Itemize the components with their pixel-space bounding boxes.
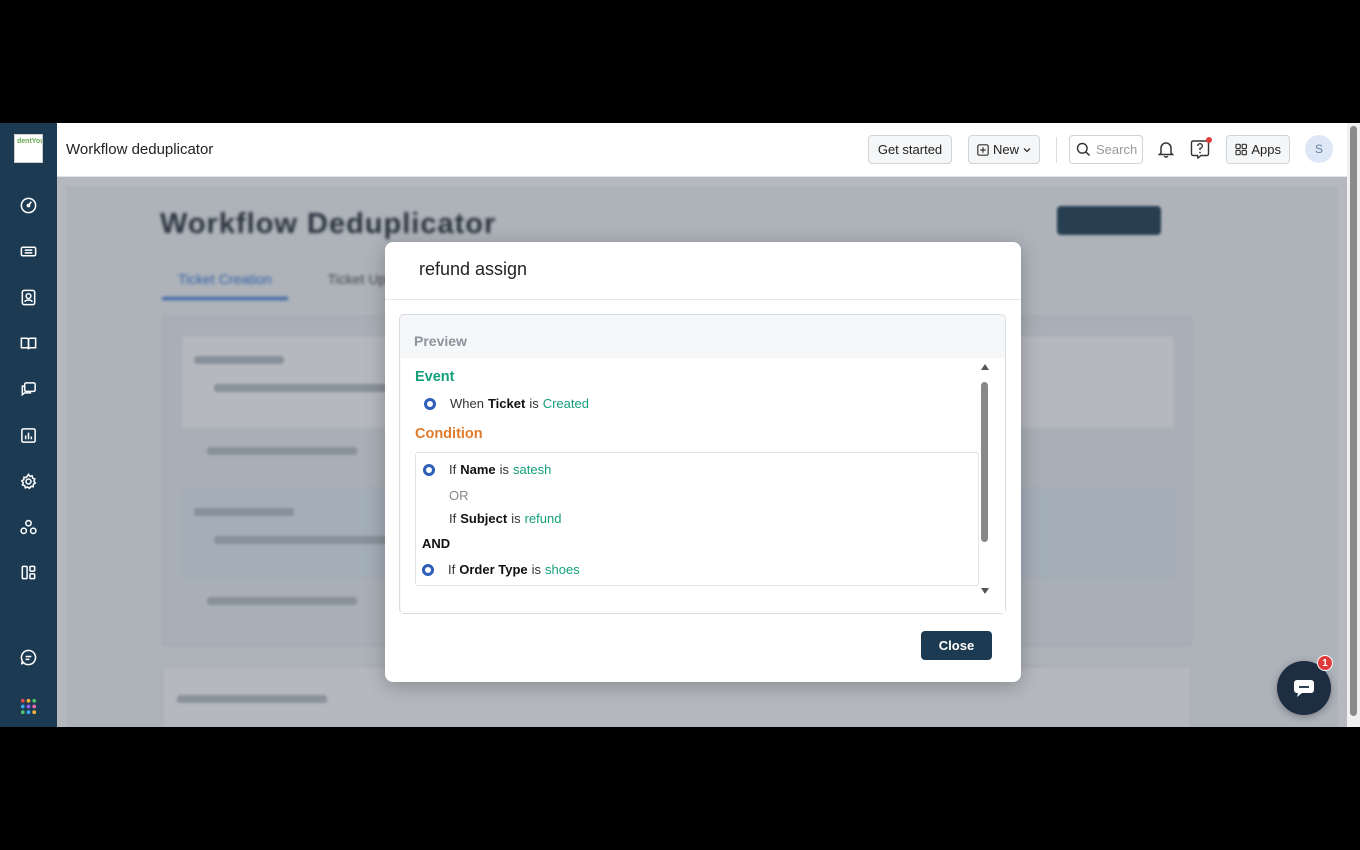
chevron-down-icon <box>1023 147 1031 152</box>
groups-icon[interactable] <box>18 517 39 538</box>
bullet-icon <box>423 463 435 476</box>
preview-scrollbar[interactable] <box>979 364 991 594</box>
condition-rule: If Order Type is shoes <box>422 562 580 577</box>
modal-title: refund assign <box>385 242 1021 300</box>
sidebar: dentYou <box>0 123 57 727</box>
and-joiner: AND <box>422 536 451 551</box>
scroll-down-icon[interactable] <box>981 588 989 594</box>
chat-badge: 1 <box>1317 655 1333 671</box>
app-switcher-icon[interactable] <box>18 696 39 717</box>
plus-square-icon <box>977 143 989 156</box>
event-heading: Event <box>415 369 455 385</box>
preview-label: Preview <box>414 333 467 349</box>
page-scrollbar[interactable] <box>1347 123 1360 727</box>
notification-dot <box>1206 137 1212 143</box>
conversations-icon[interactable] <box>18 379 39 400</box>
chat-bubble-icon <box>1294 680 1314 697</box>
help-icon[interactable] <box>1188 137 1212 161</box>
event-rule: When Ticket is Created <box>424 396 589 411</box>
condition-heading: Condition <box>415 426 483 442</box>
top-bar: Workflow deduplicator Get started New Se… <box>57 123 1347 177</box>
reports-icon[interactable] <box>18 425 39 446</box>
apps-icon <box>1235 143 1247 156</box>
search-icon <box>1076 142 1091 157</box>
app-logo[interactable]: dentYou <box>14 134 43 163</box>
condition-rule: If Name is satesh <box>423 462 551 477</box>
app-window: dentYou Workflow deduplicator Get starte… <box>0 123 1360 727</box>
condition-rule: If Subject is refund <box>449 511 562 526</box>
close-button[interactable]: Close <box>921 631 992 660</box>
avatar[interactable]: S <box>1305 135 1333 163</box>
preview-content: Event When Ticket is Created Condition I… <box>401 358 1005 613</box>
bell-icon[interactable] <box>1154 137 1178 161</box>
bullet-icon <box>422 563 434 576</box>
chat-icon[interactable] <box>18 647 39 668</box>
tickets-icon[interactable] <box>18 241 39 262</box>
settings-icon[interactable] <box>18 471 39 492</box>
divider <box>1056 137 1057 163</box>
scroll-thumb[interactable] <box>981 382 988 542</box>
or-joiner: OR <box>449 488 469 503</box>
scroll-up-icon[interactable] <box>981 364 989 370</box>
bullet-icon <box>424 397 436 410</box>
workflow-preview-modal: refund assign Preview Event When Ticket … <box>385 242 1021 682</box>
new-button[interactable]: New <box>968 135 1040 164</box>
page-title: Workflow deduplicator <box>66 141 214 158</box>
apps-grid-icon[interactable] <box>18 562 39 583</box>
contacts-icon[interactable] <box>18 287 39 308</box>
preview-panel: Preview Event When Ticket is Created Con… <box>399 314 1006 614</box>
dashboard-icon[interactable] <box>18 195 39 216</box>
knowledge-base-icon[interactable] <box>18 333 39 354</box>
search-input[interactable]: Search <box>1069 135 1143 164</box>
get-started-button[interactable]: Get started <box>868 135 952 164</box>
apps-button[interactable]: Apps <box>1226 135 1290 164</box>
